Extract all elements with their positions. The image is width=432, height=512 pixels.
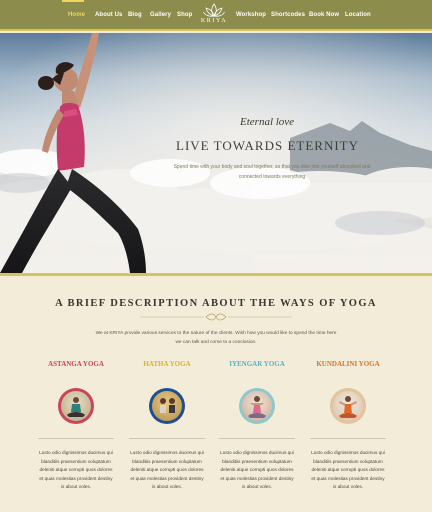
hero-script-tagline: Eternal love xyxy=(240,116,295,128)
yoga-style-description: Lusto odio dignissimos ducimus qui bland… xyxy=(311,450,385,489)
nav-item-shop[interactable]: Shop xyxy=(177,12,192,18)
nav-item-home[interactable]: Home xyxy=(68,12,85,18)
card-separator xyxy=(219,438,295,439)
yoga-style-title[interactable]: HATHA YOGA xyxy=(129,360,205,368)
logo-text: KRIYA xyxy=(200,18,228,24)
yoga-pose-image xyxy=(248,396,266,418)
nav-item-blog[interactable]: Blog xyxy=(128,12,142,18)
hero-subtitle: Spend time with your body and soul toget… xyxy=(173,164,371,180)
nav-item-shortcodes[interactable]: Shortcodes xyxy=(271,12,305,18)
section-intro: We at KRIYA provide various services to … xyxy=(95,331,337,345)
yoga-style-card: IYENGAR YOGA Lusto odio dignissimos duci… xyxy=(219,360,295,492)
site-logo[interactable]: KRIYA xyxy=(196,3,232,29)
yoga-style-description: Lusto odio dignissimos ducimus qui bland… xyxy=(130,450,204,489)
section-title: A BRIEF DESCRIPTION ABOUT THE WAYS OF YO… xyxy=(55,298,377,309)
hero-title: LIVE TOWARDS ETERNITY xyxy=(176,138,360,153)
yoga-pose-image xyxy=(160,398,175,413)
yoga-style-card: KUNDALINI YOGA Lusto odio dignissimos du… xyxy=(310,360,386,492)
hero-banner: Eternal love LIVE TOWARDS ETERNITY Spend… xyxy=(0,33,432,273)
yoga-pose-image xyxy=(67,397,85,417)
yoga-style-thumbnail[interactable] xyxy=(149,388,185,424)
yoga-style-title[interactable]: KUNDALINI YOGA xyxy=(310,360,386,368)
nav-item-about-us[interactable]: About Us xyxy=(95,12,122,18)
nav-item-location[interactable]: Location xyxy=(345,12,371,18)
yoga-style-thumbnail[interactable] xyxy=(239,388,275,424)
yoga-style-title[interactable]: IYENGAR YOGA xyxy=(219,360,295,368)
yoga-style-thumbnail[interactable] xyxy=(330,388,366,424)
hero-bottom-border xyxy=(0,273,432,276)
ornament-divider xyxy=(140,313,292,321)
card-separator xyxy=(38,438,114,439)
lotus-icon xyxy=(203,3,225,17)
card-separator xyxy=(310,438,386,439)
yoga-style-description: Lusto odio dignissimos ducimus qui bland… xyxy=(39,450,113,489)
yoga-style-description: Lusto odio dignissimos ducimus qui bland… xyxy=(220,450,294,489)
nav-item-gallery[interactable]: Gallery xyxy=(150,12,171,18)
nav-item-workshop[interactable]: Workshop xyxy=(236,12,266,18)
yoga-pose-image xyxy=(339,396,357,418)
yoga-style-card: ASTANGA YOGA Lusto odio dignissimos duci… xyxy=(38,360,114,492)
main-navigation: Home About Us Blog Gallery Shop KRIYA Wo… xyxy=(0,0,432,31)
nav-item-book-now[interactable]: Book Now xyxy=(309,12,339,18)
card-separator xyxy=(129,438,205,439)
yoga-style-title[interactable]: ASTANGA YOGA xyxy=(38,360,114,368)
active-nav-indicator xyxy=(62,0,84,2)
yoga-style-thumbnail[interactable] xyxy=(58,388,94,424)
yoga-style-card: HATHA YOGA Lusto odio dignissimos ducimu… xyxy=(129,360,205,492)
